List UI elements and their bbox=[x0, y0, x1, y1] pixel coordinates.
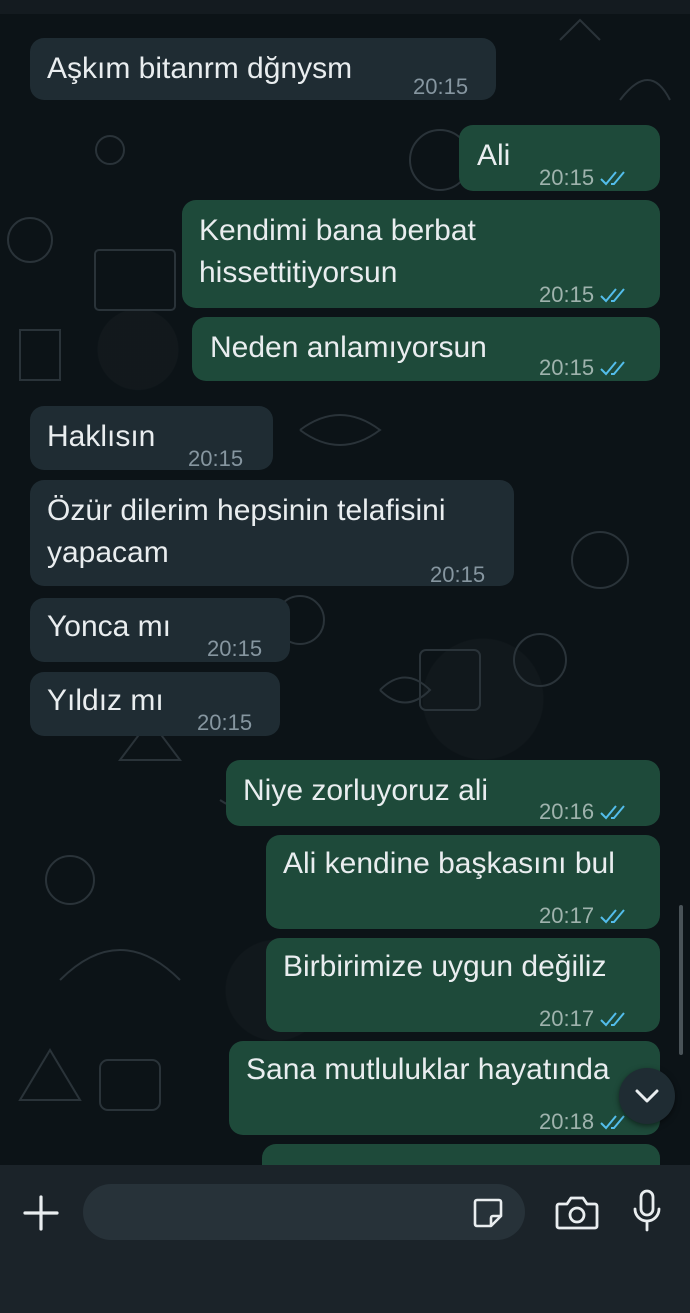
message-meta: 20:16 bbox=[539, 791, 630, 833]
message-time: 20:16 bbox=[539, 799, 595, 824]
message-bubble-outgoing[interactable]: Kendimi bana berbat hissettitiyorsun 20:… bbox=[182, 200, 660, 308]
message-meta: 20:17 bbox=[539, 998, 630, 1040]
read-receipt-icon bbox=[600, 805, 625, 820]
message-time: 20:15 bbox=[430, 562, 486, 587]
message-time: 20:15 bbox=[539, 282, 595, 307]
message-meta: 20:15 bbox=[539, 157, 630, 199]
message-bubble-incoming[interactable]: Haklısın 20:15 bbox=[30, 406, 273, 471]
message-bubble-outgoing[interactable]: Niye zorluyoruz ali 20:16 bbox=[226, 760, 660, 826]
read-receipt-icon bbox=[600, 1115, 625, 1130]
plus-icon[interactable] bbox=[20, 1192, 62, 1234]
scrollbar[interactable] bbox=[679, 905, 683, 1055]
message-bubble-outgoing[interactable]: Sana mutluluklar hayatında 20:18 bbox=[229, 1041, 660, 1135]
message-time: 20:15 bbox=[197, 710, 253, 735]
message-text: Yonca mı bbox=[47, 610, 171, 643]
message-bubble-incoming[interactable]: Yonca mı 20:15 bbox=[30, 598, 290, 662]
message-time: 20:15 bbox=[413, 74, 469, 99]
message-meta: 20:18 bbox=[539, 1101, 630, 1135]
message-text: Birbirimize uygun değiliz bbox=[283, 950, 607, 983]
read-receipt-icon bbox=[600, 1012, 625, 1027]
message-meta: 20:15 bbox=[413, 66, 468, 108]
message-meta: 20:15 bbox=[539, 274, 630, 316]
message-time: 20:17 bbox=[539, 1006, 595, 1031]
message-time: 20:15 bbox=[207, 636, 263, 661]
read-receipt-icon bbox=[600, 171, 625, 186]
top-edge bbox=[0, 0, 690, 14]
message-time: 20:15 bbox=[539, 355, 595, 380]
message-bubble-outgoing[interactable]: Ali 20:15 bbox=[459, 125, 660, 191]
camera-icon[interactable] bbox=[554, 1190, 600, 1234]
message-time: 20:15 bbox=[539, 165, 595, 190]
message-meta: 20:15 bbox=[207, 628, 262, 670]
scroll-to-bottom-button[interactable] bbox=[619, 1068, 675, 1124]
microphone-icon[interactable] bbox=[628, 1188, 666, 1234]
message-meta: 20:15 bbox=[197, 702, 252, 744]
read-receipt-icon bbox=[600, 361, 625, 376]
message-time: 20:15 bbox=[188, 446, 244, 471]
message-bubble-outgoing[interactable]: Birbirimize uygun değiliz 20:17 bbox=[266, 938, 660, 1032]
message-meta: 20:15 bbox=[539, 347, 630, 389]
message-text: Özür dilerim hepsinin telafisini yapacam bbox=[47, 494, 446, 569]
message-text: Kendimi bana berbat hissettitiyorsun bbox=[199, 214, 476, 289]
message-bubble-incoming[interactable]: Aşkım bitanrm dğnysm 20:15 bbox=[30, 38, 496, 100]
chevron-down-icon bbox=[635, 1089, 659, 1103]
message-text: Haklısın bbox=[47, 420, 156, 453]
message-bubble-incoming[interactable]: Yıldız mı 20:15 bbox=[30, 672, 280, 736]
message-text: Yıldız mı bbox=[47, 684, 164, 717]
message-bubble-outgoing[interactable]: Neden anlamıyorsun 20:15 bbox=[192, 317, 660, 381]
message-bubble-incoming[interactable]: Özür dilerim hepsinin telafisini yapacam… bbox=[30, 480, 514, 587]
message-input[interactable] bbox=[83, 1184, 525, 1240]
message-text: Neden anlamıyorsun bbox=[210, 331, 487, 364]
read-receipt-icon bbox=[600, 909, 625, 924]
message-meta: 20:15 bbox=[188, 438, 243, 480]
message-text: Aşkım bitanrm dğnysm bbox=[47, 52, 353, 85]
read-receipt-icon bbox=[600, 288, 625, 303]
message-text: Niye zorluyoruz ali bbox=[243, 774, 489, 807]
message-meta: 20:15 bbox=[430, 554, 485, 596]
message-text: Ali bbox=[477, 139, 511, 172]
message-meta: 20:17 bbox=[539, 895, 630, 937]
message-text: Sana mutluluklar hayatında bbox=[246, 1053, 610, 1086]
message-time: 20:17 bbox=[539, 903, 595, 928]
message-bubble-outgoing[interactable]: Ali kendine başkasını bul 20:17 bbox=[266, 835, 660, 929]
message-text: Ali kendine başkasını bul bbox=[283, 847, 615, 880]
message-time: 20:18 bbox=[539, 1109, 595, 1134]
sticker-icon[interactable] bbox=[469, 1194, 507, 1232]
message-bubble-outgoing-partial[interactable] bbox=[262, 1144, 660, 1165]
